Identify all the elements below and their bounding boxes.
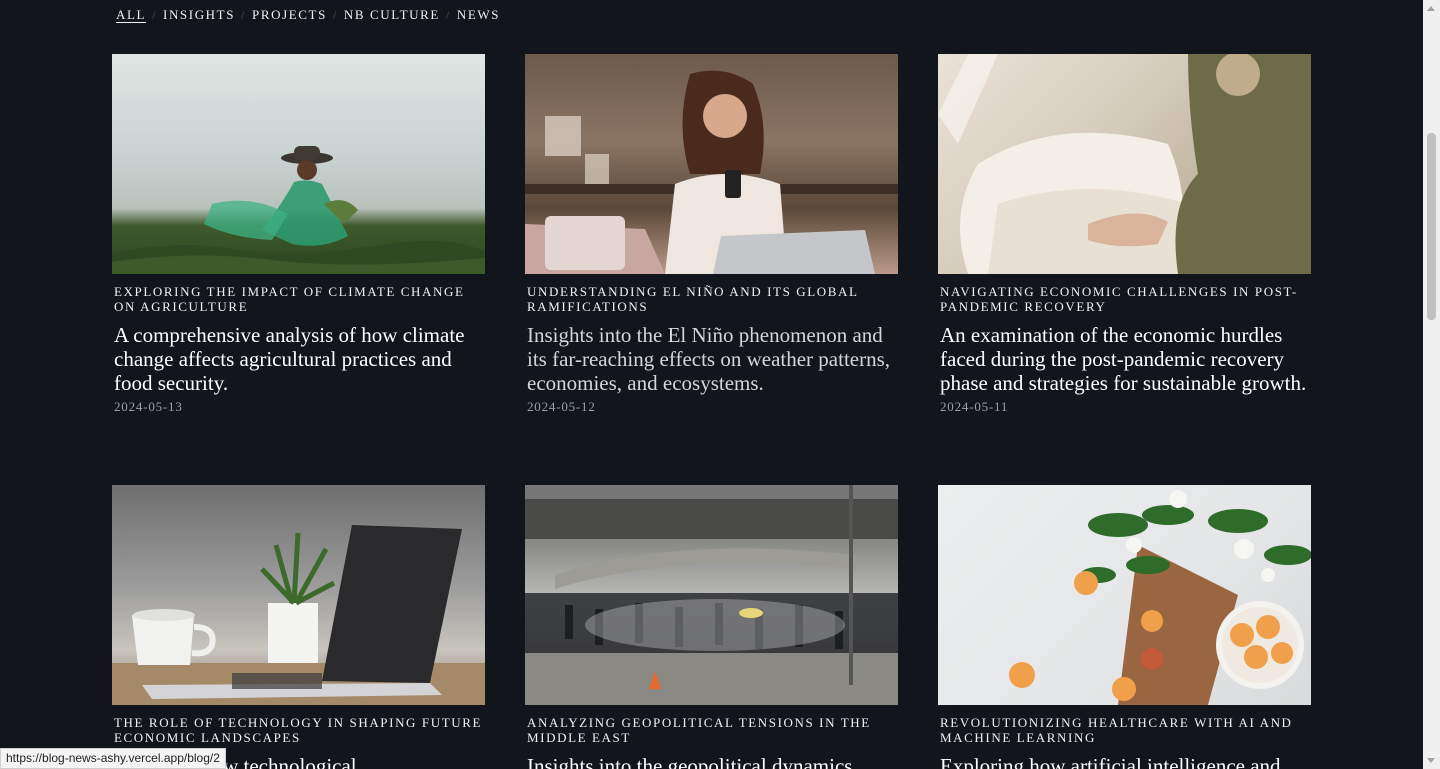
filter-separator: / <box>152 7 158 22</box>
post-image-apricots-and-flowers[interactable] <box>938 485 1311 705</box>
post-card[interactable]: The Role of Technology in Shaping Future… <box>112 485 485 769</box>
post-image-street-protest-crowd[interactable] <box>525 485 898 705</box>
filter-insights[interactable]: Insights <box>163 7 235 23</box>
post-description: Exploring how artificial intelligence an… <box>940 754 1281 769</box>
post-date: 2024-05-12 <box>527 399 596 414</box>
post-card[interactable]: Navigating Economic Challenges in Post-P… <box>938 54 1311 415</box>
filter-separator: / <box>332 7 338 22</box>
bedroom-illustration <box>938 54 1311 274</box>
post-description: Insights into the El Niño phenomenon and… <box>527 323 891 395</box>
desk-illustration <box>112 525 485 705</box>
post-description: Insights into the geopolitical dynamics <box>527 754 853 769</box>
post-image-woman-with-phone-and-laptop[interactable] <box>525 54 898 274</box>
post-date: 2024-05-11 <box>940 399 1009 414</box>
post-category-title[interactable]: Understanding El Niño and Its Global Ram… <box>527 284 896 314</box>
link-status-bar: https://blog-news-ashy.vercel.app/blog/2 <box>0 748 226 769</box>
post-category-title[interactable]: Navigating Economic Challenges in Post-P… <box>940 284 1309 314</box>
filter-separator: / <box>445 7 451 22</box>
filter-separator: / <box>241 7 246 22</box>
post-description: An examination of the economic hurdles f… <box>940 323 1307 395</box>
post-card[interactable]: Understanding El Niño and Its Global Ram… <box>525 54 898 415</box>
post-image-woman-in-green-dress-field[interactable] <box>112 54 485 274</box>
post-category-title[interactable]: The Role of Technology in Shaping Future… <box>114 715 483 745</box>
post-category-title[interactable]: Revolutionizing Healthcare with AI and M… <box>940 715 1309 745</box>
fruit-illustration <box>1009 490 1311 705</box>
field-illustration <box>112 146 485 274</box>
post-card[interactable]: Revolutionizing Healthcare with AI and M… <box>938 485 1311 769</box>
scroll-down-arrow-icon[interactable] <box>1427 758 1435 763</box>
post-card[interactable]: Exploring the Impact of Climate Change o… <box>112 54 485 415</box>
post-image-woman-making-bed[interactable] <box>938 54 1311 274</box>
post-category-title[interactable]: Analyzing Geopolitical Tensions in the M… <box>527 715 896 745</box>
vertical-scrollbar[interactable] <box>1423 0 1440 769</box>
protest-illustration <box>525 485 898 705</box>
post-category-title[interactable]: Exploring the Impact of Climate Change o… <box>114 284 483 314</box>
post-card[interactable]: Analyzing Geopolitical Tensions in the M… <box>525 485 898 769</box>
scroll-up-arrow-icon[interactable] <box>1427 6 1435 11</box>
filter-all[interactable]: All <box>116 7 146 23</box>
room-illustration <box>525 70 898 274</box>
post-date: 2024-05-13 <box>114 399 183 414</box>
scrollbar-thumb[interactable] <box>1427 133 1436 320</box>
filter-projects[interactable]: Projects <box>252 7 327 23</box>
post-description: A comprehensive analysis of how climate … <box>114 323 465 395</box>
filter-news[interactable]: News <box>457 7 500 23</box>
category-filter-nav: All / Insights / Projects / NB Culture /… <box>116 7 500 23</box>
blog-page: All / Insights / Projects / NB Culture /… <box>0 0 1440 769</box>
filter-nb-culture[interactable]: NB Culture <box>344 7 440 23</box>
post-image-laptop-coffee-cup-plant[interactable] <box>112 485 485 705</box>
